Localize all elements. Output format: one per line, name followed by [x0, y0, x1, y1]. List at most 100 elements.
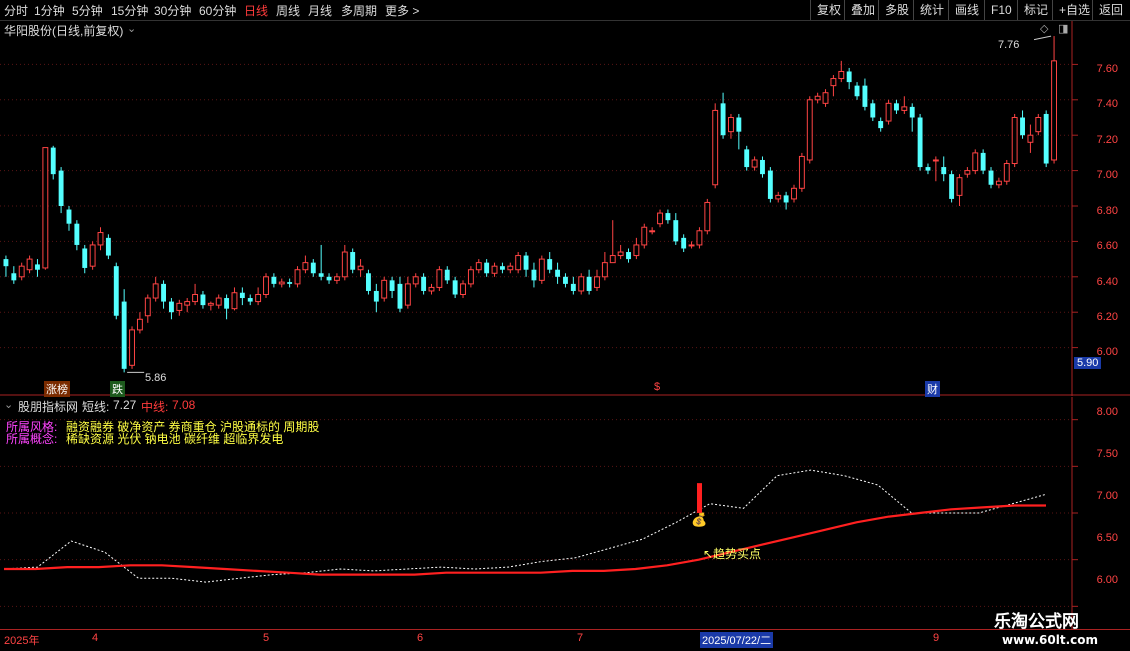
tab-multi-period[interactable]: 多周期 [341, 2, 377, 19]
candle-body-up [814, 95, 821, 101]
indicator-tick: 6.50 [1096, 532, 1118, 544]
candle-body-up [263, 276, 269, 296]
overlay-button[interactable]: 叠加 [844, 0, 881, 20]
candle-body-up [144, 297, 151, 317]
candle-body-down [366, 273, 371, 291]
draw-line-button[interactable]: 画线 [948, 0, 985, 20]
candle-body-down [586, 276, 592, 291]
candle-body-down [744, 149, 750, 168]
candle-body-up [176, 302, 183, 311]
candle-body-up [932, 159, 939, 162]
candle-body-up [712, 109, 719, 186]
candle-body-up [215, 297, 222, 306]
candle-body-up [412, 276, 419, 285]
dollar-tag[interactable]: $ [652, 381, 662, 393]
f10-button[interactable]: F10 [984, 0, 1018, 20]
candle-body-up [649, 230, 656, 233]
candle-body-down [1020, 117, 1025, 136]
candle-body-up [278, 281, 285, 285]
candle-body-up [341, 251, 348, 278]
candle-body-up [617, 251, 624, 257]
price-tick: 6.20 [1096, 311, 1118, 323]
period-toolbar: 分时 1分钟 5分钟 15分钟 30分钟 60分钟 日线 周线 月线 多周期 更… [0, 0, 1130, 21]
date-axis: 2025年 4 5 6 7 2025/07/22/二 9 www.60lt.co… [0, 629, 1130, 651]
tab-weekly[interactable]: 周线 [276, 2, 300, 19]
candle-body-up [775, 194, 782, 200]
candle-body-up [207, 302, 214, 306]
chevron-down-icon[interactable]: ⌄ [127, 22, 136, 35]
date-tick: 5 [263, 632, 270, 644]
tab-more[interactable]: 更多 > [385, 2, 419, 19]
finance-tag[interactable]: 财 [925, 381, 940, 397]
chevron-down-icon[interactable]: ⌄ [4, 398, 13, 411]
back-button[interactable]: 返回 [1092, 0, 1129, 20]
down-tag[interactable]: 跌 [110, 381, 125, 397]
tab-monthly[interactable]: 月线 [308, 2, 332, 19]
candle-body-down [326, 276, 332, 281]
candle-body-up [751, 159, 758, 168]
candle-body-up [1051, 60, 1058, 161]
rank-tag[interactable]: 涨榜 [44, 381, 70, 397]
candle-body-down [113, 266, 119, 316]
candle-body-down [854, 85, 860, 97]
candle-body-down [452, 280, 458, 295]
price-tick: 7.00 [1096, 169, 1118, 181]
add-watchlist-button[interactable]: +自选 [1052, 0, 1096, 20]
buy-point-label: ↖趋势买点 [703, 547, 762, 561]
candle-body-down [878, 121, 884, 129]
candle-body-down [310, 262, 316, 274]
cursor-date: 2025/07/22/二 [700, 632, 774, 648]
candle-body-up [578, 276, 585, 292]
indicator-panel[interactable]: ⌄ 股朋指标网 短线: 7.27 中线: 7.08 所属风格: 融资融券 破净资… [0, 397, 1130, 632]
candle-body-down [444, 269, 450, 281]
price-tick: 6.80 [1096, 205, 1118, 217]
candle-body-up [688, 244, 695, 247]
candle-body-up [381, 279, 388, 299]
candle-body-up [152, 283, 159, 299]
diamond-icon[interactable]: ◇ [1040, 22, 1048, 35]
candle-body-down [168, 301, 174, 313]
candle-body-down [11, 273, 17, 281]
money-bag-icon[interactable]: 💰 [691, 512, 707, 528]
tab-1min[interactable]: 1分钟 [34, 2, 65, 19]
tab-daily[interactable]: 日线 [244, 2, 268, 19]
candle-body-down [783, 195, 789, 203]
candlestick-chart[interactable]: 华阳股份(日线,前复权) ⌄ ◇ ◨ 7.60 7.40 7.20 7.00 6… [0, 21, 1130, 397]
candle-body-up [995, 180, 1002, 186]
tab-timeshare[interactable]: 分时 [4, 2, 28, 19]
candle-body-down [555, 269, 561, 277]
concept-label: 所属概念: [6, 432, 58, 446]
candle-body-down [74, 223, 80, 245]
candle-body-down [1043, 113, 1049, 164]
indicator-tick: 7.50 [1096, 448, 1118, 460]
mark-button[interactable]: 标记 [1017, 0, 1054, 20]
candle-body-down [35, 264, 40, 270]
candle-body-up [507, 265, 514, 271]
mid-line-value: 7.08 [172, 398, 196, 412]
stats-button[interactable]: 统计 [913, 0, 950, 20]
tab-60min[interactable]: 60分钟 [199, 2, 236, 19]
candle-body-up [822, 92, 829, 104]
date-tick: 4 [92, 632, 99, 644]
indicator-name: 股朋指标网 [18, 400, 79, 414]
candle-body-up [830, 78, 837, 87]
candle-body-up [97, 232, 104, 246]
multi-stock-button[interactable]: 多股 [878, 0, 915, 20]
high-price-label: 7.76 [998, 39, 1020, 51]
tab-5min[interactable]: 5分钟 [72, 2, 103, 19]
panel-toggle-icon[interactable]: ◨ [1058, 22, 1068, 35]
date-tick: 2025年 [4, 635, 40, 647]
candle-body-up [594, 276, 600, 288]
fuquan-button[interactable]: 复权 [810, 0, 847, 20]
candle-body-down [239, 292, 245, 299]
candle-body-down [271, 276, 277, 284]
candle-body-up [42, 147, 49, 269]
tab-30min[interactable]: 30分钟 [154, 2, 191, 19]
candle-body-down [673, 220, 679, 242]
candle-body-down [200, 294, 206, 306]
tab-15min[interactable]: 15分钟 [111, 2, 148, 19]
candle-body-up [609, 255, 616, 264]
candle-body-up [294, 269, 301, 285]
candle-body-up [696, 230, 703, 246]
candle-body-down [909, 106, 915, 118]
